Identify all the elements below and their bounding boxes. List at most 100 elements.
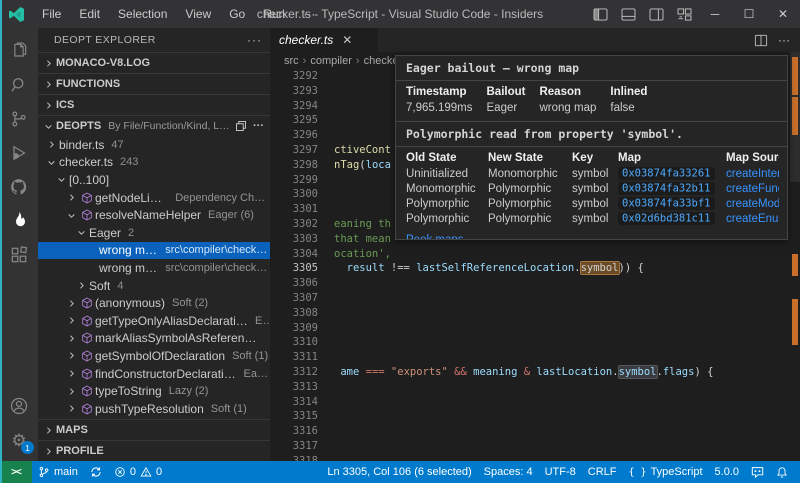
- tree-item-typetostring[interactable]: typeToStringLazy (2): [38, 382, 270, 400]
- tree-item-wrong-map[interactable]: wrong mapsrc\compiler\checker.ts:330...: [38, 242, 270, 260]
- chevron-right-icon[interactable]: [44, 140, 59, 149]
- tree-item-checker-ts[interactable]: checker.ts243: [38, 154, 270, 172]
- section-profile[interactable]: PROFILE: [38, 440, 270, 461]
- cursor-position[interactable]: Ln 3305, Col 106 (6 selected): [321, 461, 477, 483]
- menu-run[interactable]: Run: [254, 0, 294, 28]
- tree-item--anonymous-[interactable]: (anonymous)Soft (2): [38, 294, 270, 312]
- source-control-icon[interactable]: [0, 102, 38, 136]
- menu-[interactable]: ···: [294, 0, 324, 28]
- map-source-link[interactable]: createInterfaceDeclaration: [726, 168, 779, 180]
- menu-file[interactable]: File: [33, 0, 70, 28]
- chevron-right-icon[interactable]: [64, 193, 79, 202]
- section-ics[interactable]: ICS: [38, 94, 270, 115]
- tree-item-soft[interactable]: Soft4: [38, 277, 270, 295]
- symbol-method-icon: [81, 209, 93, 221]
- code-line-3306: 3306: [270, 276, 790, 291]
- chevron-right-icon[interactable]: [64, 351, 79, 360]
- tab-checker-ts[interactable]: checker.ts ✕: [270, 28, 378, 52]
- section-monaco-v8-log[interactable]: MONACO-V8.LOG: [38, 52, 270, 73]
- eol[interactable]: CRLF: [582, 461, 623, 483]
- toggle-primary-sidebar-icon[interactable]: [586, 0, 614, 28]
- toggle-secondary-sidebar-icon[interactable]: [642, 0, 670, 28]
- remote-indicator[interactable]: ><: [0, 461, 32, 483]
- line-number: 3305: [270, 261, 318, 276]
- tree-item-markaliassymbolasreferenced[interactable]: markAliasSymbolAsReferencedEager (1): [38, 330, 270, 348]
- breadcrumb-compiler[interactable]: compiler: [310, 55, 352, 67]
- line-number: 3308: [270, 306, 318, 321]
- problems-indicator[interactable]: 00: [108, 461, 168, 483]
- chevron-right-icon[interactable]: [64, 316, 79, 325]
- map-address-link[interactable]: 0x03874fa33bf1: [618, 197, 715, 210]
- map-source-link[interactable]: createModuleDeclaration: [726, 198, 779, 210]
- chevron-down-icon[interactable]: [64, 211, 79, 220]
- line-number: 3298: [270, 158, 318, 173]
- map-address-link[interactable]: 0x03874fa32b11: [618, 182, 715, 195]
- minimize-icon[interactable]: ─: [698, 0, 732, 28]
- chevron-down-icon[interactable]: [44, 158, 59, 167]
- tree-item-getsymbolofdeclaration[interactable]: getSymbolOfDeclarationSoft (1): [38, 347, 270, 365]
- extensions-icon[interactable]: [0, 238, 38, 272]
- tab-close-icon[interactable]: ✕: [342, 33, 352, 47]
- map-address-link[interactable]: 0x02d6bd381c11: [618, 212, 715, 225]
- encoding[interactable]: UTF-8: [539, 461, 582, 483]
- line-number: 3313: [270, 380, 318, 395]
- toggle-panel-icon[interactable]: [614, 0, 642, 28]
- symbol-method-icon: [81, 315, 93, 327]
- search-icon[interactable]: [0, 68, 38, 102]
- tree-item-getnodelinks[interactable]: getNodeLinksDependency Change (1): [38, 189, 270, 207]
- sync-button[interactable]: [84, 461, 108, 483]
- tree-item-gettypeonlyaliasdeclaration[interactable]: getTypeOnlyAliasDeclarationEager (1): [38, 312, 270, 330]
- indentation[interactable]: Spaces: 4: [478, 461, 539, 483]
- map-address-link[interactable]: 0x03874fa33261: [618, 167, 715, 180]
- section-maps[interactable]: MAPS: [38, 419, 270, 440]
- menu-view[interactable]: View: [176, 0, 220, 28]
- run-and-debug-icon[interactable]: [0, 136, 38, 170]
- chevron-right-icon[interactable]: [64, 404, 79, 413]
- notifications-bell[interactable]: [770, 461, 794, 483]
- chevron-down-icon[interactable]: [54, 175, 69, 184]
- typescript-version[interactable]: 5.0.0: [709, 461, 745, 483]
- menu-go[interactable]: Go: [220, 0, 254, 28]
- customize-layout-icon[interactable]: [670, 0, 698, 28]
- menu-edit[interactable]: Edit: [70, 0, 109, 28]
- editor-more-actions-icon[interactable]: ···: [778, 33, 790, 47]
- settings-gear-icon[interactable]: ⚙ 1: [0, 423, 38, 457]
- sidebar-more-actions-icon[interactable]: ···: [247, 33, 262, 47]
- feedback-button[interactable]: [745, 461, 770, 483]
- breadcrumb-src[interactable]: src: [284, 55, 299, 67]
- tree-item-binder-ts[interactable]: binder.ts47: [38, 136, 270, 154]
- activity-bar: ⚙ 1: [0, 28, 38, 461]
- section-deopts[interactable]: DEOPTS By File/Function/Kind, Location ·…: [38, 115, 270, 136]
- section-functions[interactable]: FUNCTIONS: [38, 73, 270, 94]
- peek-maps-link[interactable]: Peek maps: [406, 234, 464, 239]
- tree-item-findconstructordeclaration[interactable]: findConstructorDeclarationEager (1): [38, 365, 270, 383]
- maximize-icon[interactable]: ☐: [732, 0, 766, 28]
- chevron-right-icon[interactable]: [64, 369, 79, 378]
- explorer-icon[interactable]: [0, 34, 38, 68]
- chevron-right-icon[interactable]: [74, 281, 89, 290]
- language-mode[interactable]: { }TypeScript: [623, 461, 709, 483]
- close-icon[interactable]: ✕: [766, 0, 800, 28]
- tree-item-eager[interactable]: Eager2: [38, 224, 270, 242]
- branch-indicator[interactable]: main: [32, 461, 84, 483]
- chevron-right-icon[interactable]: [64, 387, 79, 396]
- github-icon[interactable]: [0, 170, 38, 204]
- tree-item-wrong-map[interactable]: wrong mapsrc\compiler\checker.ts:348...: [38, 259, 270, 277]
- collapse-all-icon[interactable]: [235, 120, 247, 132]
- deopts-more-actions-icon[interactable]: ···: [253, 120, 264, 132]
- tree-item-resolvenamehelper[interactable]: resolveNameHelperEager (6): [38, 206, 270, 224]
- line-number: 3302: [270, 217, 318, 232]
- sidebar-deopt-explorer: DEOPT EXPLORER ··· MONACO-V8.LOG FUNCTIO…: [38, 28, 270, 461]
- tree-item--0-100-[interactable]: [0..100]: [38, 171, 270, 189]
- menu-selection[interactable]: Selection: [109, 0, 176, 28]
- accounts-icon[interactable]: [0, 389, 38, 423]
- chevron-right-icon[interactable]: [64, 299, 79, 308]
- deopt-explorer-icon[interactable]: [0, 204, 38, 238]
- tree-item-pushtyperesolution[interactable]: pushTypeResolutionSoft (1): [38, 400, 270, 418]
- chevron-down-icon[interactable]: [74, 228, 89, 237]
- map-source-link[interactable]: createEnumDeclaration: [726, 213, 779, 225]
- split-editor-icon[interactable]: [754, 34, 768, 47]
- chevron-right-icon[interactable]: [64, 334, 79, 343]
- symbol-method-icon: [81, 297, 93, 309]
- map-source-link[interactable]: createFunctionDeclaration: [726, 183, 779, 195]
